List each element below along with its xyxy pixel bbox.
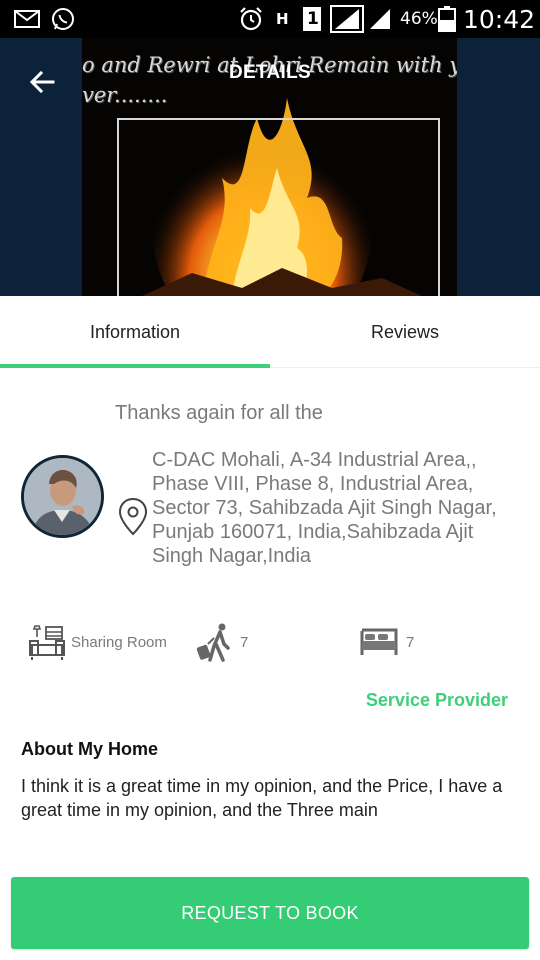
status-bar: H 1 46% 10:42 (0, 0, 540, 38)
bed-icon (360, 620, 398, 664)
request-to-book-button[interactable]: REQUEST TO BOOK (11, 877, 529, 949)
listing-address: C-DAC Mohali, A-34 Industrial Area,, Pha… (152, 449, 497, 567)
header-hero: o and Rewri at Lohri Remain with yo ver.… (0, 38, 540, 296)
beds-count: 7 (406, 633, 415, 651)
avatar[interactable] (21, 455, 104, 538)
traveler-luggage-icon (196, 620, 232, 664)
network-h-icon: H (276, 10, 289, 28)
tab-information[interactable]: Information (0, 296, 270, 368)
room-type-label: Sharing Room (71, 633, 167, 651)
tab-reviews[interactable]: Reviews (270, 296, 540, 368)
sim-slot-label: 1 (307, 9, 319, 29)
battery-icon (438, 0, 456, 38)
mail-icon (14, 0, 40, 38)
page-title: DETAILS (229, 62, 311, 83)
features-row: Sharing Room 7 7 (0, 620, 540, 664)
location-pin-icon (117, 497, 149, 537)
room-type-icon (28, 620, 66, 664)
service-provider-link[interactable]: Service Provider (366, 690, 508, 711)
signal-icon (330, 0, 364, 38)
tab-bar: Information Reviews (0, 296, 540, 368)
alarm-icon (238, 0, 264, 38)
photo-frame (117, 118, 440, 296)
tab-active-indicator (0, 364, 270, 368)
listing-tagline: Thanks again for all the (115, 402, 323, 424)
clock: 10:42 (463, 4, 536, 34)
signal-icon-2 (368, 0, 392, 38)
guests-count: 7 (240, 633, 249, 651)
about-title: About My Home (21, 739, 158, 759)
about-text: I think it is a great time in my opinion… (21, 776, 503, 820)
battery-percent: 46% (400, 9, 438, 29)
photo-caption-line2: ver........ (82, 83, 168, 107)
whatsapp-icon (51, 0, 75, 38)
